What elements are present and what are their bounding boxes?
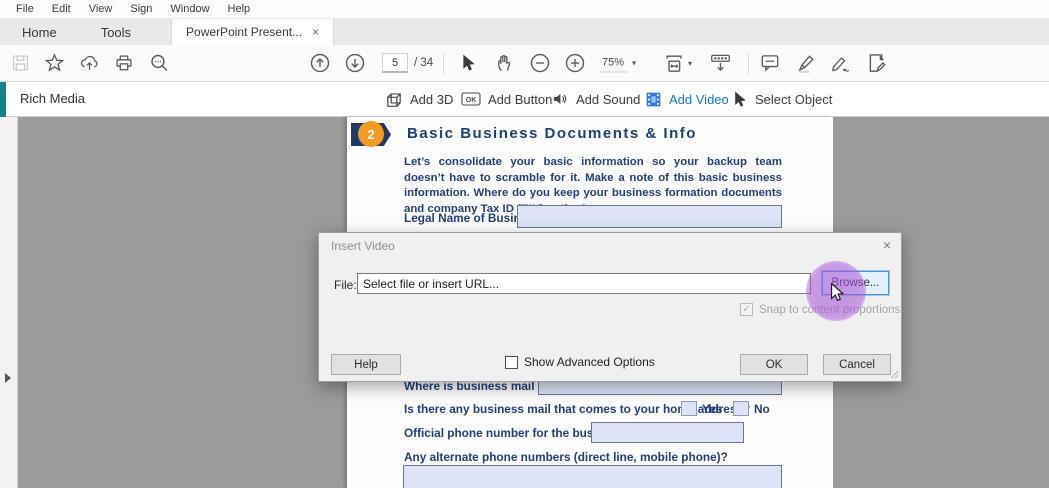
arrow-pointer-icon: [735, 91, 746, 107]
insert-video-dialog: Insert Video × File: Browse... ✓ Snap to…: [318, 232, 902, 382]
highlight-icon[interactable]: [796, 53, 816, 73]
hand-tool-icon[interactable]: [496, 54, 515, 73]
share-icon[interactable]: [80, 54, 99, 72]
add-video-label: Add Video: [669, 91, 729, 107]
expand-pane-icon[interactable]: [5, 373, 11, 383]
home-mail-label: Is there any business mail that comes to…: [404, 402, 751, 416]
tab-home[interactable]: Home: [0, 19, 79, 45]
alt-phone-label: Any alternate phone numbers (direct line…: [404, 450, 728, 464]
section-number: 2: [367, 126, 375, 142]
advanced-options-label: Show Advanced Options: [524, 355, 655, 369]
fill-sign-icon[interactable]: [866, 53, 886, 73]
alt-phone-field[interactable]: [403, 465, 782, 488]
page-number-input[interactable]: [382, 53, 408, 73]
rich-media-title: Rich Media: [20, 91, 86, 106]
film-icon: [646, 92, 661, 106]
add-3d-button[interactable]: Add 3D: [385, 82, 453, 116]
tab-bar: Home Tools PowerPoint Present... ×: [0, 19, 1049, 45]
menu-view[interactable]: View: [81, 1, 121, 17]
yes-label: Yes: [702, 402, 723, 416]
ok-button[interactable]: OK: [740, 354, 808, 375]
navigation-pane-rail[interactable]: [0, 117, 18, 488]
previous-page-icon[interactable]: [310, 53, 330, 73]
section-number-badge: 2: [358, 121, 384, 147]
save-icon[interactable]: [12, 55, 29, 72]
add-video-button[interactable]: Add Video: [645, 82, 729, 116]
tab-tools[interactable]: Tools: [79, 19, 153, 45]
menu-help[interactable]: Help: [220, 1, 259, 17]
acrobat-window: File Edit View Sign Window Help Home Too…: [0, 0, 1049, 488]
add-sound-button[interactable]: Add Sound: [551, 82, 640, 116]
menu-sign[interactable]: Sign: [122, 1, 160, 17]
snap-checkbox[interactable]: ✓: [740, 303, 753, 316]
browse-button[interactable]: Browse...: [821, 270, 890, 296]
cube-icon: [387, 93, 401, 107]
comment-icon[interactable]: [760, 54, 780, 73]
rich-media-accent: [0, 82, 6, 117]
zoom-out-icon[interactable]: [530, 53, 550, 73]
select-object-button[interactable]: Select Object: [733, 82, 832, 116]
resize-grip[interactable]: [890, 370, 899, 379]
zoom-in-icon[interactable]: [565, 53, 585, 73]
svg-text:OK: OK: [466, 97, 477, 104]
toolbar-collapse-icon[interactable]: [710, 53, 731, 73]
add-3d-label: Add 3D: [410, 91, 454, 107]
speaker-icon: [554, 94, 567, 104]
file-url-input[interactable]: [357, 273, 811, 294]
dialog-close-icon[interactable]: ×: [883, 238, 891, 252]
select-tool-icon[interactable]: [461, 54, 477, 72]
dialog-title: Insert Video: [331, 239, 395, 253]
yes-checkbox[interactable]: [681, 401, 697, 416]
no-label: No: [754, 402, 770, 416]
page-number-field[interactable]: [382, 53, 408, 73]
chevron-down-icon: ▾: [632, 58, 637, 68]
cancel-button[interactable]: Cancel: [823, 354, 891, 375]
select-object-label: Select Object: [755, 91, 833, 107]
help-button[interactable]: Help: [331, 354, 401, 375]
main-toolbar: / 34 75% ▾ ▾: [0, 45, 1049, 82]
search-icon[interactable]: [150, 54, 169, 73]
snap-label: Snap to content proportions: [759, 303, 901, 316]
advanced-options-checkbox[interactable]: [505, 355, 518, 369]
page-total-label: / 34: [414, 57, 434, 69]
add-sound-label: Add Sound: [576, 91, 641, 107]
menu-window[interactable]: Window: [162, 1, 217, 17]
tab-document-title: PowerPoint Present...: [186, 25, 303, 39]
toolbar-separator: [443, 53, 444, 74]
legal-name-field[interactable]: [517, 205, 782, 228]
star-icon[interactable]: [45, 53, 64, 73]
advanced-options-row: Show Advanced Options: [505, 355, 655, 369]
rich-media-toolbar: Rich Media Add 3D OK Add Button Add Soun…: [0, 82, 1049, 117]
next-page-icon[interactable]: [345, 53, 365, 73]
menu-edit[interactable]: Edit: [44, 1, 79, 17]
print-icon[interactable]: [115, 55, 133, 72]
no-checkbox[interactable]: [733, 401, 749, 416]
sign-icon[interactable]: [831, 53, 852, 73]
phone-field[interactable]: [591, 422, 744, 443]
tab-document[interactable]: PowerPoint Present... ×: [171, 19, 335, 45]
toolbar-separator: [748, 53, 749, 74]
tab-close-icon[interactable]: ×: [312, 26, 319, 38]
menu-file[interactable]: File: [8, 1, 42, 17]
zoom-level-dropdown[interactable]: 75% ▾: [600, 54, 636, 73]
section-heading: Basic Business Documents & Info: [407, 125, 697, 142]
menu-bar: File Edit View Sign Window Help: [0, 0, 1049, 19]
page-fit-dropdown[interactable]: ▾: [664, 53, 692, 73]
add-button-label: Add Button: [488, 91, 553, 107]
add-button-button[interactable]: OK Add Button: [461, 82, 552, 116]
file-label: File:: [334, 278, 357, 292]
chevron-down-icon: ▾: [688, 58, 693, 68]
snap-proportions-checkbox-row: ✓ Snap to content proportions: [740, 303, 900, 316]
ok-button-icon: OK: [461, 92, 481, 106]
